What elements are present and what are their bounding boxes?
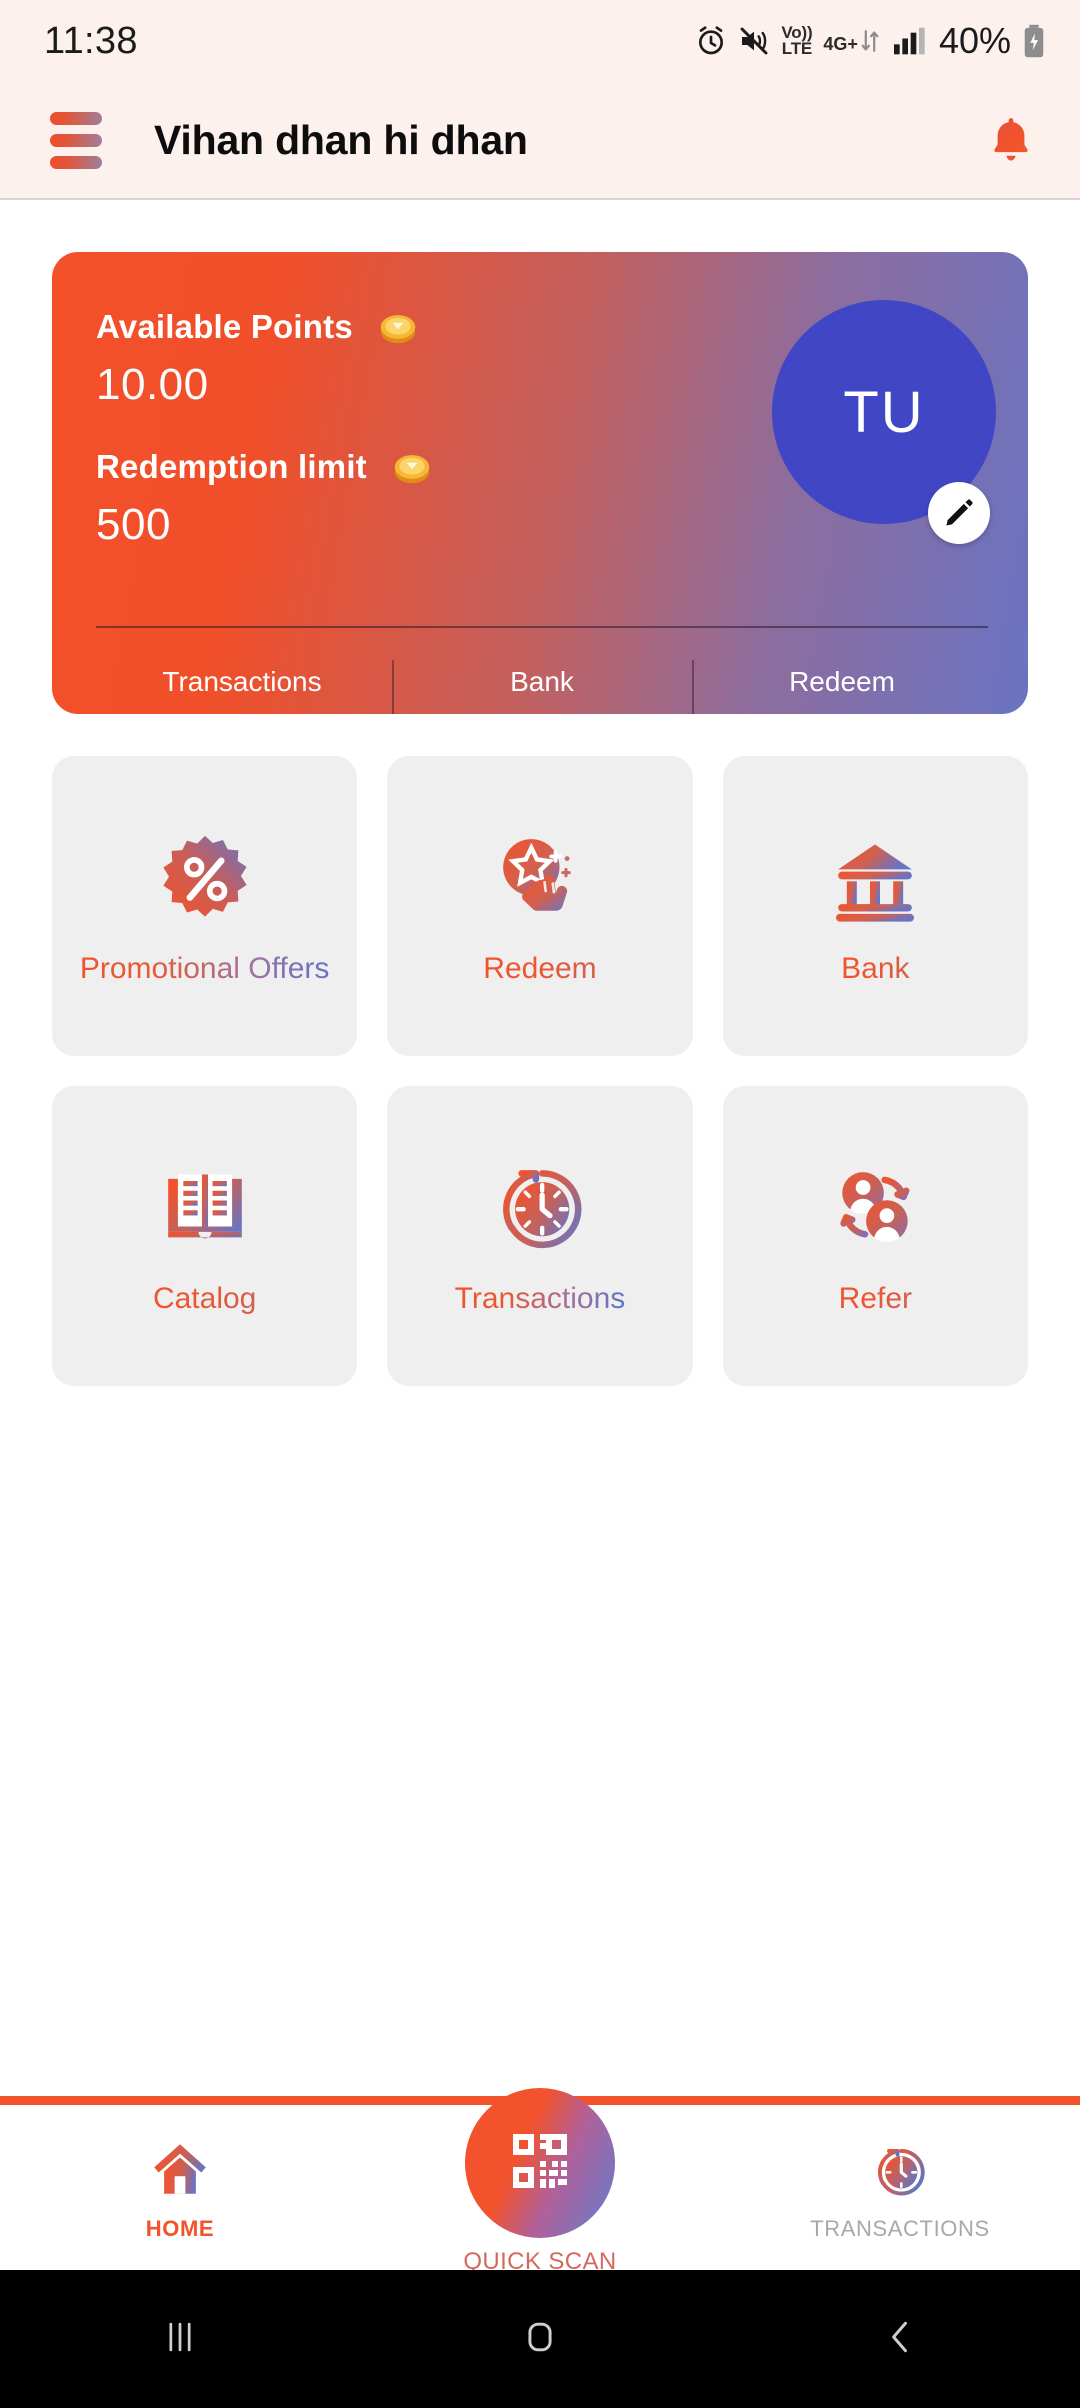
app-screen: 11:38 Vo)) LTE 4G+ 40% Vihan dhan hi dha… <box>0 0 1080 2408</box>
available-points-label: Available Points <box>96 308 353 345</box>
balance-card-container: Available Points 10.00 Redemption limit <box>0 200 1080 714</box>
back-chevron-icon[interactable] <box>878 2315 922 2364</box>
battery-percent-label: 40% <box>938 20 1011 61</box>
clock-history-icon <box>488 1154 592 1260</box>
card-tab-bank[interactable]: Bank <box>392 660 692 714</box>
alarm-icon <box>695 25 727 57</box>
quick-scan-fab[interactable] <box>465 2088 615 2238</box>
tile-label: Promotional Offers <box>80 950 330 988</box>
redemption-limit-label: Redemption limit <box>96 448 367 485</box>
app-bar: Vihan dhan hi dhan <box>0 82 1080 200</box>
home-square-icon[interactable] <box>518 2315 562 2364</box>
tile-label: Bank <box>841 950 909 988</box>
tile-bank[interactable]: Bank <box>722 756 1028 1056</box>
gold-coin-icon <box>389 444 435 490</box>
tile-label: Redeem <box>483 950 596 988</box>
clock-history-icon <box>869 2130 931 2202</box>
tile-label: Transactions <box>455 1280 626 1318</box>
qr-code-icon <box>504 2125 576 2202</box>
star-hand-tap-icon <box>488 824 592 930</box>
page-title: Vihan dhan hi dhan <box>154 116 528 163</box>
tile-label: Refer <box>839 1280 912 1318</box>
refer-users-icon <box>823 1154 927 1260</box>
open-book-icon <box>153 1154 257 1260</box>
bottom-nav-item-quick-scan[interactable]: QUICK SCAN <box>360 2088 720 2276</box>
bottom-nav-item-home[interactable]: HOME <box>0 2130 360 2242</box>
bottom-nav-item-transactions[interactable]: TRANSACTIONS <box>720 2130 1080 2242</box>
battery-charging-icon <box>1022 24 1046 58</box>
bottom-nav-label: TRANSACTIONS <box>810 2216 990 2241</box>
status-time: 11:38 <box>44 19 138 62</box>
card-tab-transactions[interactable]: Transactions <box>92 666 392 698</box>
tile-promotional-offers[interactable]: Promotional Offers <box>52 756 358 1056</box>
percent-badge-icon <box>153 824 257 930</box>
card-divider <box>96 626 988 628</box>
bottom-nav-label: HOME <box>145 2216 215 2241</box>
status-icons: Vo)) LTE 4G+ 40% <box>695 20 1046 62</box>
bank-building-icon <box>823 824 927 930</box>
tile-catalog[interactable]: Catalog <box>52 1086 358 1386</box>
card-tab-redeem[interactable]: Redeem <box>692 660 992 714</box>
gold-coin-icon <box>375 304 421 350</box>
volte-icon: Vo)) LTE <box>781 22 813 58</box>
status-bar: 11:38 Vo)) LTE 4G+ 40% <box>0 0 1080 82</box>
4g-plus-icon: 4G+ <box>823 27 881 55</box>
pencil-edit-icon[interactable] <box>928 482 990 544</box>
mute-icon <box>738 25 770 57</box>
feature-grid: Promotional Offers Redeem Bank Catalog T… <box>0 714 1080 1386</box>
bottom-nav-items: HOME QUICK SCAN TRANSACTIONS <box>0 2088 1080 2275</box>
home-icon <box>147 2130 213 2202</box>
system-navigation-bar <box>0 2270 1080 2408</box>
bottom-navigation: HOME QUICK SCAN TRANSACTIONS <box>0 2038 1080 2275</box>
bell-icon[interactable] <box>988 114 1034 166</box>
tile-refer[interactable]: Refer <box>722 1086 1028 1386</box>
tile-label: Catalog <box>153 1280 256 1318</box>
signal-icon <box>892 26 926 56</box>
card-tabs: Transactions Bank Redeem <box>92 650 992 714</box>
hamburger-menu-icon[interactable] <box>50 111 102 169</box>
tile-transactions[interactable]: Transactions <box>387 1086 693 1386</box>
recents-icon[interactable] <box>158 2315 202 2364</box>
balance-card: Available Points 10.00 Redemption limit <box>52 252 1028 714</box>
tile-redeem[interactable]: Redeem <box>387 756 693 1056</box>
